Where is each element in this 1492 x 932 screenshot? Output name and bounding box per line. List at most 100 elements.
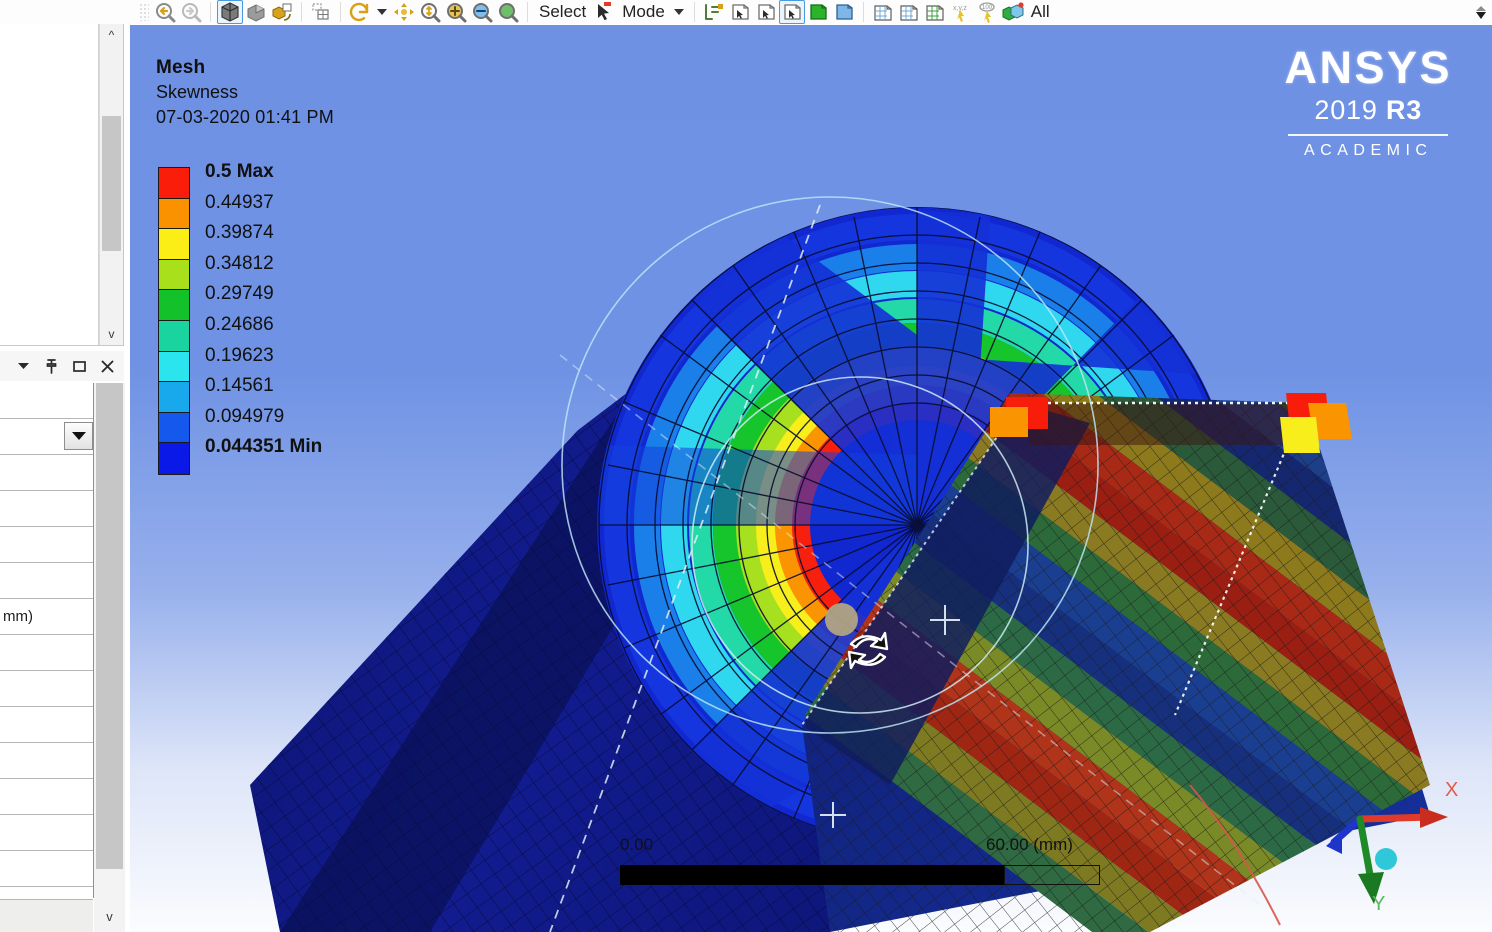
show-all-bodies-icon[interactable] (1000, 0, 1026, 24)
toolbar-overflow-scroller[interactable] (1472, 0, 1490, 24)
grid-plane-icon[interactable] (308, 0, 334, 24)
toolbar-grip[interactable] (139, 3, 149, 21)
details-row[interactable]: mm) (0, 599, 93, 635)
close-icon[interactable] (100, 359, 115, 374)
isometric-view-icon[interactable] (217, 0, 243, 24)
zoom-in-icon[interactable] (443, 0, 469, 24)
edge-select-icon[interactable] (753, 0, 779, 24)
outline-panel-content (0, 24, 99, 345)
legend-swatch (159, 320, 189, 352)
details-row[interactable] (0, 707, 93, 743)
details-grid: mm) (0, 383, 94, 898)
details-row[interactable] (0, 671, 93, 707)
details-panel-titlebar (0, 351, 124, 381)
details-row[interactable] (0, 383, 93, 419)
scale-bar: 0.00 60.00 (mm) (620, 835, 1100, 885)
mode-caret[interactable] (673, 9, 684, 15)
details-row[interactable] (0, 743, 93, 779)
scale-bar-segment (620, 865, 812, 885)
graphics-viewport[interactable]: Mesh Skewness 07-03-2020 01:41 PM 0.5 Ma… (130, 25, 1492, 932)
box-select-icon[interactable] (831, 0, 857, 24)
viewport-subtitle: Skewness (156, 82, 239, 102)
body-select-icon[interactable] (805, 0, 831, 24)
chevron-up-icon[interactable] (1476, 5, 1486, 11)
zoom-window-icon[interactable] (417, 0, 443, 24)
outline-panel-scrollbar[interactable]: ^ v (99, 24, 123, 345)
chevron-down-icon[interactable]: v (94, 904, 125, 928)
legend-swatch (159, 443, 189, 474)
legend-label: 0.39874 (205, 222, 274, 244)
select-mode-icon[interactable] (591, 0, 617, 24)
legend-label: 0.14561 (205, 375, 274, 397)
details-row[interactable] (0, 563, 93, 599)
scrollbar-thumb[interactable] (102, 116, 121, 251)
details-row[interactable] (0, 779, 93, 815)
legend-label: 0.044351 Min (205, 436, 323, 458)
toolbar-separator (340, 2, 341, 22)
details-row[interactable] (0, 815, 93, 851)
look-at-face-icon[interactable] (269, 0, 295, 24)
select-label[interactable]: Select (534, 2, 591, 22)
solid-view-icon[interactable] (243, 0, 269, 24)
rotate-dropdown-caret[interactable] (377, 9, 387, 15)
ansys-version: 2019 R3 (1284, 95, 1452, 126)
details-row[interactable] (0, 527, 93, 563)
details-combo-button[interactable] (64, 422, 93, 450)
details-row[interactable] (0, 635, 93, 671)
viewport-title: Mesh (156, 57, 206, 78)
vertex-select-icon[interactable] (727, 0, 753, 24)
details-row[interactable] (0, 851, 93, 887)
viewport-timestamp: 07-03-2020 01:41 PM (156, 107, 334, 127)
scrollbar-thumb[interactable] (96, 383, 123, 869)
zoom-next-icon[interactable] (178, 0, 204, 24)
mesh-display-1-icon[interactable] (870, 0, 896, 24)
chevron-down-icon[interactable]: v (100, 323, 123, 345)
zoom-previous-icon[interactable] (152, 0, 178, 24)
probe-100-icon[interactable]: 100 (974, 0, 1000, 24)
all-label[interactable]: All (1026, 2, 1055, 22)
ansys-brand: ANSYS (1284, 42, 1452, 93)
scale-bar-segment (812, 865, 1004, 885)
outline-panel: ^ v (0, 24, 124, 346)
details-row[interactable] (0, 455, 93, 491)
scale-bar-track (620, 865, 1100, 885)
mesh-display-3-icon[interactable] (922, 0, 948, 24)
mode-label[interactable]: Mode (617, 2, 670, 22)
legend-label: 0.34812 (205, 252, 274, 274)
details-panel-scrollbar[interactable]: v (94, 383, 125, 932)
legend-color-bar (158, 167, 190, 475)
mesh-display-2-icon[interactable] (896, 0, 922, 24)
scale-bar-max-label: 60.00 (mm) (986, 835, 1073, 854)
panel-menu-caret[interactable] (16, 359, 31, 374)
details-row[interactable] (0, 491, 93, 527)
axis-triad[interactable]: X Y (1320, 774, 1470, 914)
chevron-down-icon[interactable] (1476, 11, 1486, 19)
chevron-down-icon (71, 432, 86, 440)
legend-swatch (159, 229, 189, 260)
face-select-icon[interactable] (778, 0, 805, 24)
details-row[interactable] (0, 887, 93, 898)
toolbar-separator (210, 2, 211, 22)
ansys-logo: ANSYS 2019 R3 ACADEMIC (1284, 45, 1452, 160)
origin-sphere (1375, 848, 1397, 870)
pan-icon[interactable] (391, 0, 417, 24)
legend-swatch (159, 351, 189, 383)
scale-bar-segment (1004, 865, 1100, 885)
rotate-view-icon[interactable] (347, 0, 373, 24)
zoom-out-icon[interactable] (469, 0, 495, 24)
legend-label: 0.24686 (205, 313, 274, 335)
details-row[interactable] (0, 419, 93, 455)
chevron-up-icon[interactable]: ^ (100, 24, 123, 46)
skewness-legend: 0.5 Max 0.44937 0.39874 0.34812 0.29749 0.246… (158, 161, 323, 475)
mesh-model-3d[interactable] (130, 25, 1492, 932)
toolbar-separator (693, 2, 695, 22)
probe-xyz-icon[interactable]: x,y,z (948, 0, 974, 24)
maximize-icon[interactable] (72, 359, 87, 374)
svg-text:100: 100 (982, 5, 993, 11)
toolbar-separator (527, 2, 528, 22)
pin-icon[interactable] (44, 358, 59, 374)
toolbar-left-spacer (0, 0, 136, 24)
edge-graphics-icon[interactable] (701, 0, 727, 24)
zoom-fit-icon[interactable] (495, 0, 521, 24)
graphics-toolbar: Select Mode x,y,z 100 All (0, 0, 1492, 24)
